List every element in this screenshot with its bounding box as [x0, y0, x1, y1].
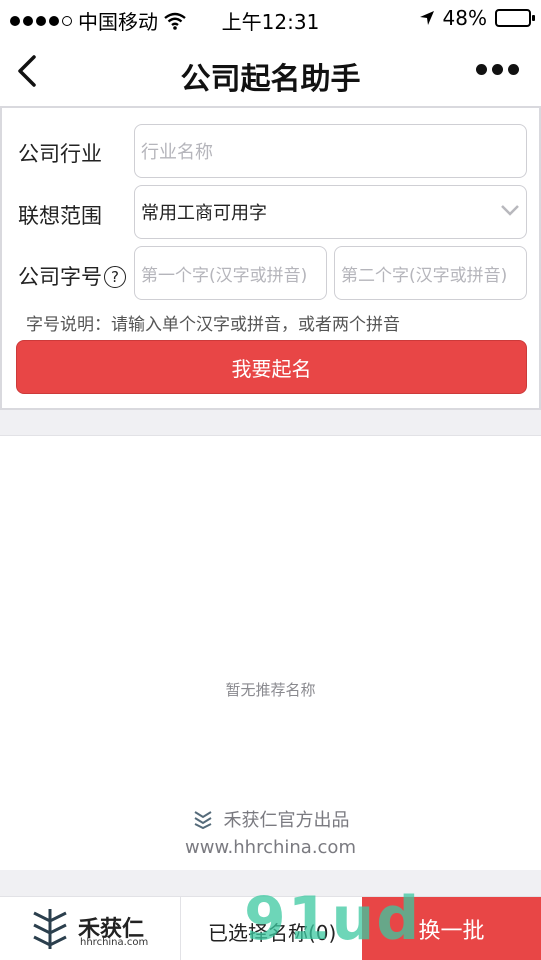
- status-right: 48%: [419, 6, 535, 30]
- second-char-input[interactable]: 第二个字(汉字或拼音): [334, 246, 527, 300]
- more-menu-icon[interactable]: [476, 64, 519, 75]
- brand-mark-icon: [33, 909, 67, 949]
- bottom-divider: [180, 897, 181, 960]
- help-icon[interactable]: ?: [104, 266, 126, 288]
- battery-percent: 48%: [442, 6, 487, 30]
- location-arrow-icon: [419, 11, 434, 25]
- scope-select[interactable]: 常用工商可用字: [134, 185, 527, 239]
- battery-icon: [495, 9, 535, 27]
- name-label: 公司字号: [18, 265, 102, 289]
- name-label-row: 公司字号?: [18, 261, 126, 291]
- industry-label: 公司行业: [18, 142, 102, 166]
- brand-logo-icon: [193, 811, 212, 830]
- page-title: 公司起名助手: [180, 62, 361, 97]
- nav-bar: 公司起名助手: [0, 36, 541, 106]
- naming-form: 公司行业 行业名称 联想范围 常用工商可用字 公司字号? 第一个字(汉字或拼音)…: [0, 106, 541, 410]
- company-logo: 禾获仁 hhrchina.com: [30, 907, 170, 953]
- first-char-input[interactable]: 第一个字(汉字或拼音): [134, 246, 327, 300]
- name-hint: 字号说明：请输入单个汉字或拼音，或者两个拼音: [26, 315, 400, 335]
- industry-placeholder: 行业名称: [141, 142, 213, 163]
- status-bar: 中国移动 上午12:31 48%: [0, 0, 541, 36]
- generate-name-button[interactable]: 我要起名: [16, 340, 527, 394]
- brand-credit: 禾获仁官方出品: [0, 806, 541, 832]
- brand-url: www.hhrchina.com: [185, 837, 356, 858]
- scope-label: 联想范围: [18, 204, 102, 228]
- logo-url: hhrchina.com: [80, 937, 149, 948]
- chevron-down-icon: [501, 205, 519, 216]
- watermark: 91ud: [244, 884, 422, 954]
- credit-text: 禾获仁官方出品: [223, 810, 350, 831]
- second-char-placeholder: 第二个字(汉字或拼音): [341, 265, 508, 286]
- scope-value: 常用工商可用字: [141, 203, 267, 224]
- results-area: 暂无推荐名称 禾获仁官方出品 www.hhrchina.com: [0, 435, 541, 870]
- first-char-placeholder: 第一个字(汉字或拼音): [141, 265, 308, 286]
- empty-results-text: 暂无推荐名称: [225, 681, 316, 699]
- industry-input[interactable]: 行业名称: [134, 124, 527, 178]
